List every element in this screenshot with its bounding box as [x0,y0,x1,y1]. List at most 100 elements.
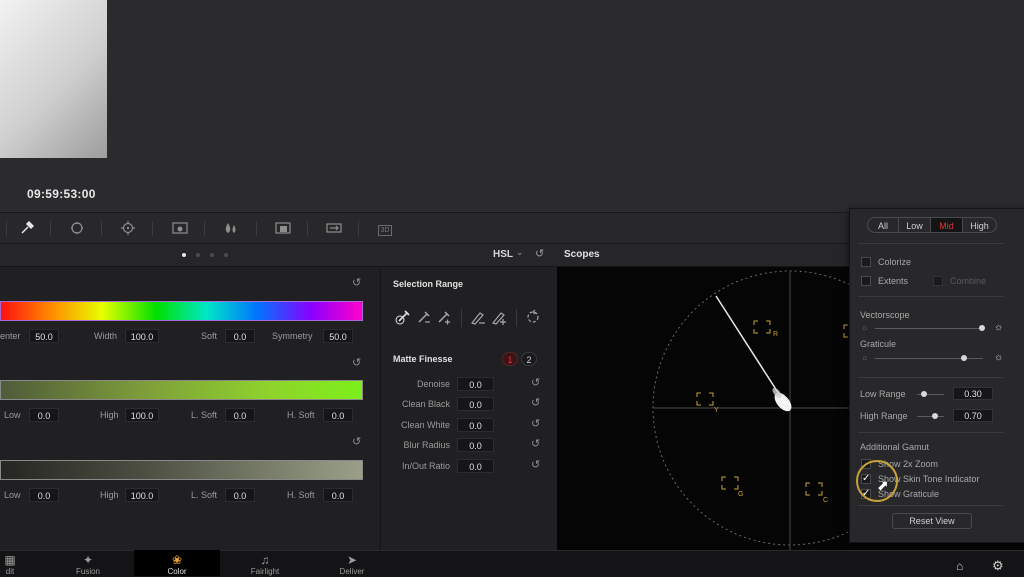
hue-center-label: enter [0,331,21,341]
qualifier-mode-select[interactable]: HSL [493,249,513,260]
power-window-icon[interactable] [69,221,85,235]
invert-icon[interactable] [525,309,541,325]
hue-center-field[interactable]: 50.0 [29,329,59,343]
matte-finesse-tab-2[interactable]: 2 [521,352,537,366]
lum-hsoft-label: H. Soft [287,490,315,500]
viewer [0,0,1024,212]
selection-divider [461,309,462,327]
denoise-reset-icon[interactable]: ↺ [531,376,540,389]
hue-width-field[interactable]: 100.0 [125,329,159,343]
mouse-cursor-icon: ⬈ [877,477,889,493]
page-dot[interactable] [196,253,200,257]
vectorscope-brightness-label: Vectorscope [860,310,910,320]
page-dot[interactable] [224,253,228,257]
lum-reset-icon[interactable]: ↺ [352,435,361,448]
high-range-slider-track[interactable] [917,416,944,417]
page-dot-active[interactable] [182,253,186,257]
sat-reset-icon[interactable]: ↺ [352,356,361,369]
in-out-ratio-reset-icon[interactable]: ↺ [531,458,540,471]
magic-mask-icon[interactable] [172,221,188,235]
toolbar-divider [152,221,153,236]
feather-minus-icon[interactable] [470,309,486,325]
graticule-slider-knob[interactable] [961,355,967,361]
key-icon[interactable] [275,221,291,235]
extents-checkbox[interactable] [861,276,871,286]
sat-hsoft-field[interactable]: 0.0 [323,408,353,422]
combine-checkbox[interactable] [933,276,943,286]
tab-color[interactable]: ❀ Color [134,550,220,576]
in-out-ratio-field[interactable]: 0.0 [457,459,494,473]
clean-black-field[interactable]: 0.0 [457,397,494,411]
lum-lsoft-field[interactable]: 0.0 [225,488,255,502]
hue-reset-icon[interactable]: ↺ [352,276,361,289]
tab-deliver[interactable]: ➤ Deliver [324,550,380,576]
sizing-icon[interactable] [326,221,342,235]
sat-high-label: High [100,410,119,420]
picker-icon[interactable] [395,309,411,325]
saturation-range-bar[interactable] [0,380,363,400]
toolbar-divider [204,221,205,236]
lum-hsoft-field[interactable]: 0.0 [323,488,353,502]
graticule-brightness-label: Graticule [860,339,897,349]
high-range-slider-knob[interactable] [932,413,938,419]
lum-high-field[interactable]: 100.0 [125,488,159,502]
brightness-low-icon: ☼ [861,323,869,332]
lum-low-field[interactable]: 0.0 [29,488,59,502]
page-dot[interactable] [210,253,214,257]
colorize-checkbox[interactable] [861,257,871,267]
range-tab-all[interactable]: All [867,217,898,233]
denoise-field[interactable]: 0.0 [457,377,494,391]
chevron-down-icon[interactable]: ⌄ [516,247,524,258]
qualifier-picker-icon[interactable] [19,220,35,235]
hue-symmetry-field[interactable]: 50.0 [323,329,353,343]
blur-icon[interactable] [223,221,239,235]
vectorscope: R Y G C [652,270,850,550]
luminance-range-bar[interactable] [0,460,363,480]
3d-icon[interactable]: 3D [376,221,394,236]
high-range-field[interactable]: 0.70 [953,409,993,422]
blur-radius-reset-icon[interactable]: ↺ [531,437,540,450]
clean-black-reset-icon[interactable]: ↺ [531,396,540,409]
vectorscope-slider-track[interactable] [875,328,983,329]
picker-minus-icon[interactable] [416,309,432,325]
clean-white-field[interactable]: 0.0 [457,418,494,432]
viewer-image[interactable] [0,0,107,158]
tab-fusion[interactable]: ✦ Fusion [60,550,116,576]
target-label-r: R [773,331,778,338]
vectorscope-slider-knob[interactable] [979,325,985,331]
feather-plus-icon[interactable] [491,309,507,325]
matte-finesse-tab-1[interactable]: 1 [502,352,518,366]
toolbar-divider [6,221,7,236]
toolbar-divider [101,221,102,236]
hue-soft-field[interactable]: 0.0 [225,329,255,343]
range-tab-high[interactable]: High [962,217,997,233]
target-box-r [753,320,771,334]
tab-edit[interactable]: ▦ dit [0,550,20,576]
toolbar-divider [256,221,257,236]
low-range-slider-knob[interactable] [921,391,927,397]
sat-high-field[interactable]: 100.0 [125,408,159,422]
tracker-icon[interactable] [120,221,136,235]
range-tab-low[interactable]: Low [898,217,930,233]
tab-fairlight-label: Fairlight [250,567,280,576]
reset-view-button[interactable]: Reset View [892,513,972,529]
selection-divider [516,309,517,327]
range-tab-mid[interactable]: Mid [930,217,962,233]
scopes-title: Scopes [564,249,600,260]
sat-low-field[interactable]: 0.0 [29,408,59,422]
sat-hsoft-label: H. Soft [287,410,315,420]
sat-lsoft-field[interactable]: 0.0 [225,408,255,422]
additional-gamut-label: Additional Gamut [860,442,930,452]
clean-white-reset-icon[interactable]: ↺ [531,417,540,430]
low-range-label: Low Range [860,389,906,399]
reset-icon[interactable]: ↺ [535,247,544,260]
gear-icon[interactable]: ⚙ [992,558,1004,574]
hue-range-bar[interactable] [0,301,363,321]
tab-fairlight[interactable]: ♫ Fairlight [236,550,294,576]
picker-plus-icon[interactable] [436,309,452,325]
home-icon[interactable]: ⌂ [956,559,963,573]
blur-radius-field[interactable]: 0.0 [457,438,494,452]
target-label-g: G [738,491,743,498]
low-range-field[interactable]: 0.30 [953,387,993,400]
target-label-c: C [823,497,828,504]
